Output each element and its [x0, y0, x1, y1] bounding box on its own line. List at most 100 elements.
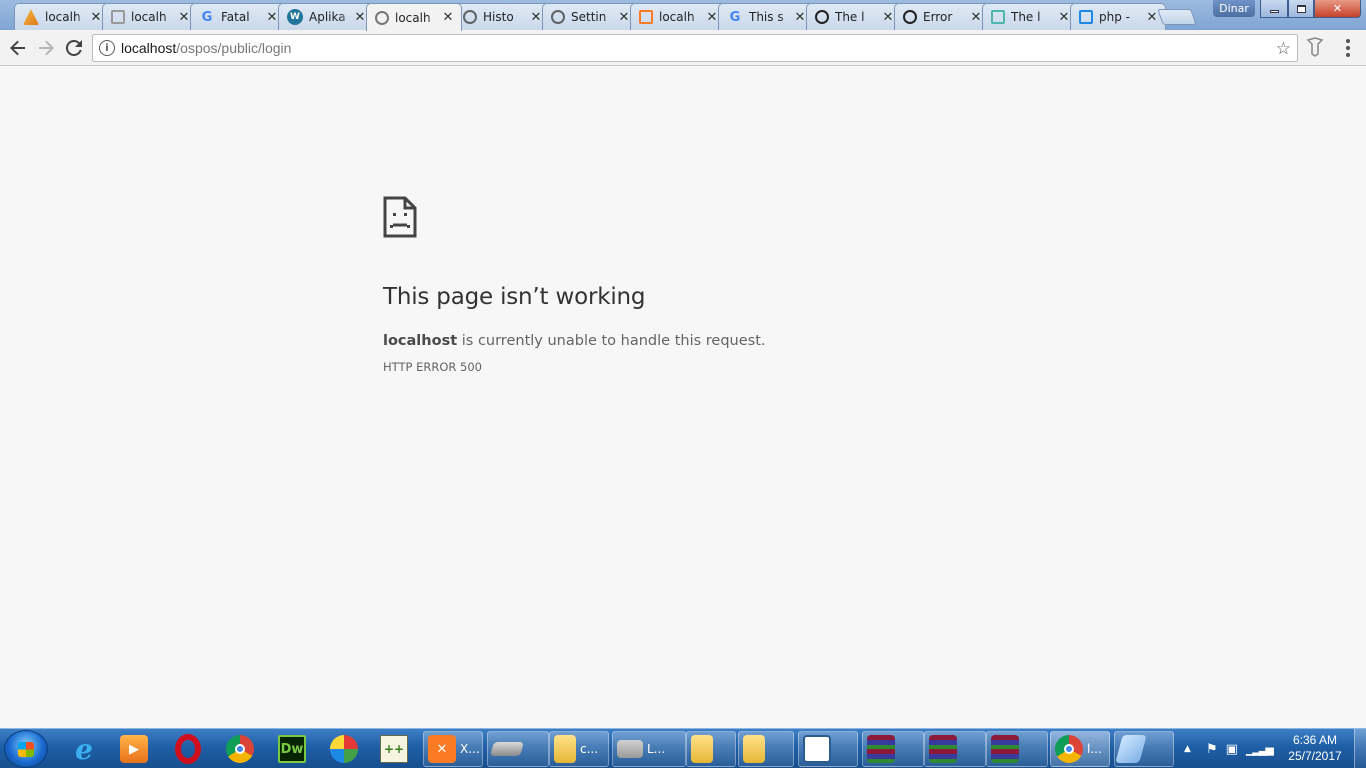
tab-close-icon[interactable]: ✕	[265, 10, 279, 25]
restore-button[interactable]	[1288, 0, 1314, 18]
chrome-icon	[226, 735, 254, 763]
folder-icon	[554, 735, 576, 763]
browser-tab[interactable]: Histo ✕	[454, 3, 550, 30]
chrome-window-label: l...	[1087, 742, 1102, 756]
winrar-taskbar-window-1[interactable]	[862, 731, 924, 767]
tab-close-icon[interactable]: ✕	[881, 10, 895, 25]
tab-close-icon[interactable]: ✕	[793, 10, 807, 25]
color-app-taskbar-button[interactable]	[324, 731, 364, 767]
power-plug-icon[interactable]: ▣	[1226, 742, 1238, 757]
stackoverflow-icon	[1079, 10, 1093, 24]
windows-app-window-label: L...	[647, 742, 666, 756]
folder-icon	[743, 735, 765, 763]
browser-tab[interactable]: localh ✕	[366, 3, 462, 31]
browser-tab[interactable]: The l ✕	[806, 3, 902, 30]
chrome-menu-button[interactable]	[1338, 36, 1358, 60]
tab-close-icon[interactable]: ✕	[441, 10, 455, 25]
reload-button[interactable]	[62, 36, 86, 60]
tab-title: This s	[749, 10, 784, 24]
tab-close-icon[interactable]: ✕	[529, 10, 543, 25]
browser-tab[interactable]: W Aplika ✕	[278, 3, 374, 30]
back-arrow-icon	[10, 40, 25, 56]
browser-tab[interactable]: localh ✕	[102, 3, 198, 30]
extension-button[interactable]	[1305, 36, 1327, 60]
close-window-button[interactable]: ✕	[1314, 0, 1361, 18]
chrome-taskbar-window[interactable]: l...	[1050, 731, 1110, 767]
clock-date: 25/7/2017	[1288, 749, 1342, 763]
dreamweaver-taskbar-button[interactable]: Dw	[272, 731, 312, 767]
tool-taskbar-window[interactable]	[1114, 731, 1174, 767]
tray-expand-icon[interactable]: ▲	[1184, 744, 1196, 754]
info-icon[interactable]: i	[99, 40, 115, 56]
browser-tab[interactable]: G Fatal ✕	[190, 3, 286, 30]
tab-title: Error	[923, 10, 953, 24]
tab-title: php -	[1099, 10, 1130, 24]
minimize-button[interactable]	[1260, 0, 1288, 18]
sad-document-icon	[383, 196, 417, 238]
winrar-icon	[991, 735, 1019, 763]
extension-icon	[1306, 37, 1324, 57]
clock-time: 6:36 AM	[1292, 733, 1338, 747]
wordpress-icon: W	[287, 9, 303, 25]
tab-close-icon[interactable]: ✕	[177, 10, 191, 25]
browser-tab[interactable]: Settin ✕	[542, 3, 638, 30]
taskbar: e ▶ Dw ++ ✕ X... c... L... l... ▲ ⚑ ▣ ▁▂…	[0, 728, 1366, 768]
tab-title: Settin	[571, 10, 607, 24]
windows-app-taskbar-window[interactable]: L...	[612, 731, 686, 767]
browser-tab[interactable]: localh ✕	[14, 3, 110, 30]
tab-title: localh	[395, 10, 431, 25]
tab-title: localh	[131, 10, 167, 24]
action-center-flag-icon[interactable]: ⚑	[1206, 742, 1218, 757]
tab-close-icon[interactable]: ✕	[705, 10, 719, 25]
back-button[interactable]	[6, 36, 30, 60]
url-text[interactable]: localhost/ospos/public/login	[121, 40, 291, 56]
xampp-taskbar-window[interactable]: ✕ X...	[423, 731, 483, 767]
chrome-pinned-taskbar-button[interactable]	[220, 731, 260, 767]
browser-tab[interactable]: G This s ✕	[718, 3, 814, 30]
show-desktop-button[interactable]	[1354, 729, 1366, 768]
taskbar-clock[interactable]: 6:36 AM 25/7/2017	[1283, 732, 1347, 764]
forward-button[interactable]	[34, 36, 58, 60]
tab-close-icon[interactable]: ✕	[617, 10, 631, 25]
tab-close-icon[interactable]: ✕	[1057, 10, 1071, 25]
bookmark-star-icon[interactable]: ☆	[1276, 39, 1291, 59]
reload-icon	[66, 40, 82, 56]
history-icon	[463, 10, 477, 24]
document-taskbar-window[interactable]	[798, 731, 858, 767]
url-host: localhost	[121, 40, 177, 56]
winrar-taskbar-window-3[interactable]	[986, 731, 1048, 767]
browser-tab[interactable]: localh ✕	[630, 3, 726, 30]
error-message-text: is currently unable to handle this reque…	[457, 333, 766, 349]
tab-strip: localh ✕ localh ✕ G Fatal ✕ W Aplika ✕ localh ✕ Hist…	[0, 0, 1366, 31]
notepad-plus-icon: ++	[380, 735, 408, 763]
download-folder-icon	[691, 735, 713, 763]
tab-close-icon[interactable]: ✕	[89, 10, 103, 25]
tab-close-icon[interactable]: ✕	[1145, 10, 1159, 25]
folder-taskbar-window[interactable]: c...	[549, 731, 609, 767]
folder-taskbar-window-2[interactable]	[738, 731, 794, 767]
profile-name[interactable]: Dinar	[1213, 0, 1255, 17]
browser-tab[interactable]: The l ✕	[982, 3, 1078, 30]
notepadpp-taskbar-button[interactable]: ++	[374, 731, 414, 767]
url-path: /ospos/public/login	[176, 40, 292, 56]
network-signal-icon[interactable]: ▁▂▃▅	[1246, 743, 1274, 756]
error-message: localhost is currently unable to handle …	[383, 333, 766, 349]
winrar-taskbar-window-2[interactable]	[924, 731, 986, 767]
document-window-icon	[803, 735, 831, 763]
opera-taskbar-button[interactable]	[168, 731, 208, 767]
start-button[interactable]	[4, 730, 48, 768]
browser-tab[interactable]: Error ✕	[894, 3, 990, 30]
new-tab-button[interactable]	[1157, 9, 1197, 25]
tab-title: Fatal	[221, 10, 250, 24]
tab-title: The l	[835, 10, 865, 24]
ie-taskbar-button[interactable]: e	[64, 731, 104, 767]
tab-close-icon[interactable]: ✕	[353, 10, 367, 25]
media-player-taskbar-button[interactable]: ▶	[114, 731, 154, 767]
address-bar[interactable]: i localhost/ospos/public/login ☆	[92, 34, 1298, 62]
tab-close-icon[interactable]: ✕	[969, 10, 983, 25]
color-wheel-icon	[330, 735, 358, 763]
tab-title: Aplika	[309, 10, 346, 24]
folder-download-taskbar-window[interactable]	[686, 731, 736, 767]
browser-tab[interactable]: php - ✕	[1070, 3, 1166, 30]
drive-taskbar-window[interactable]	[487, 731, 549, 767]
